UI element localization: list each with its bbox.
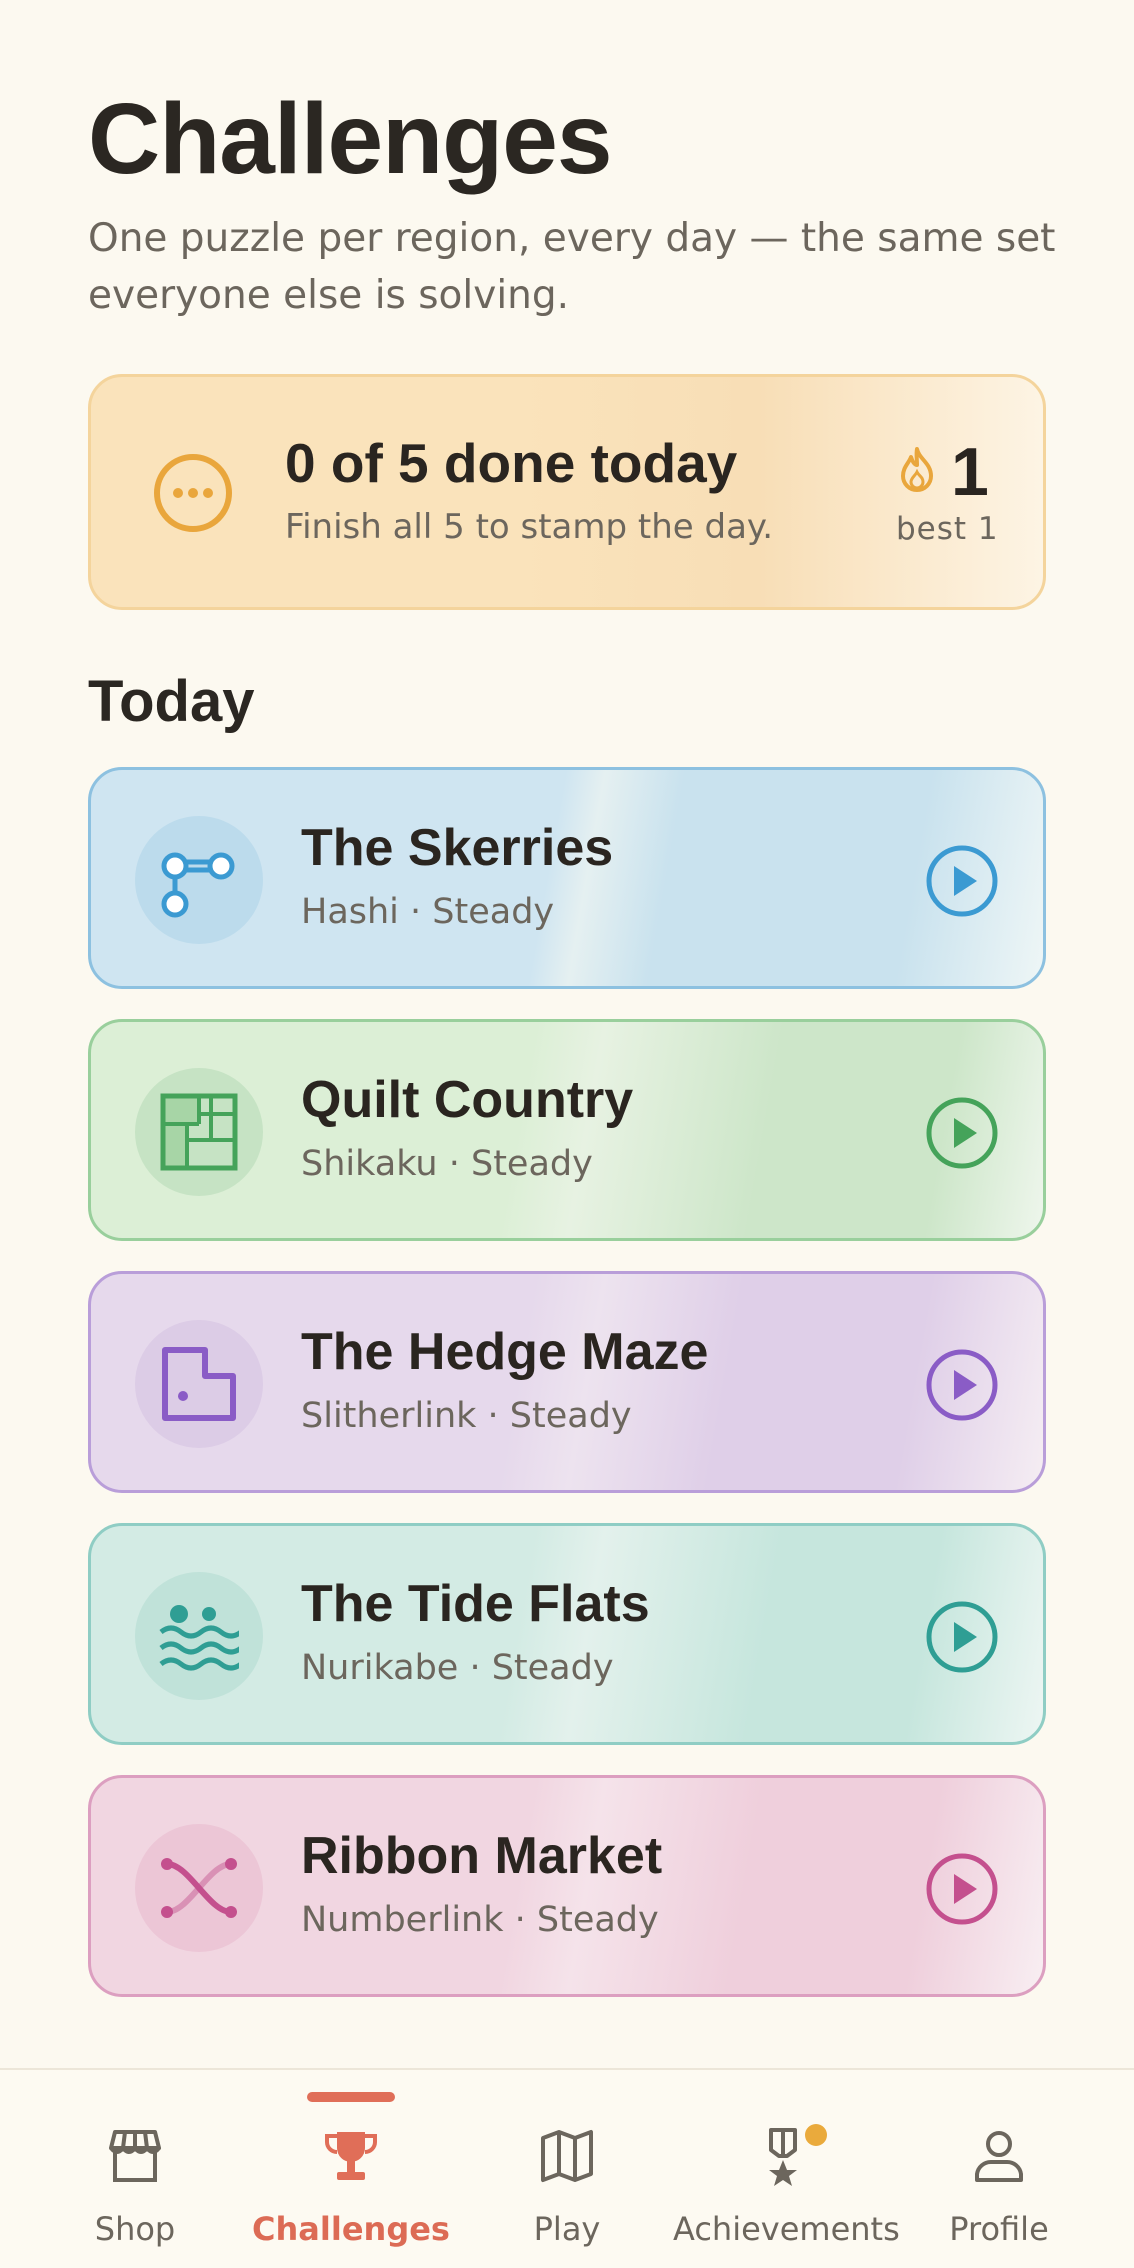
challenge-card-skerries[interactable]: The Skerries Hashi · Steady xyxy=(88,767,1046,989)
streak-best: best 1 xyxy=(896,511,999,547)
challenge-card-quilt-country[interactable]: Quilt Country Shikaku · Steady xyxy=(88,1019,1046,1241)
challenge-title: Ribbon Market xyxy=(301,1827,663,1885)
nav-item-profile[interactable]: Profile xyxy=(889,2070,1109,2268)
challenge-icon-badge xyxy=(135,1572,263,1700)
trophy-icon xyxy=(325,2132,377,2180)
active-indicator xyxy=(307,2092,395,2102)
challenge-icon-badge xyxy=(135,1068,263,1196)
flame-icon xyxy=(901,447,933,492)
page-title: Challenges xyxy=(88,83,612,195)
play-icon[interactable] xyxy=(925,1348,999,1422)
nav-item-achievements[interactable]: Achievements xyxy=(673,2070,900,2268)
nav-item-shop[interactable]: Shop xyxy=(25,2070,245,2268)
challenge-subtitle: Hashi · Steady xyxy=(301,892,555,932)
challenge-card-hedge-maze[interactable]: The Hedge Maze Slitherlink · Steady xyxy=(88,1271,1046,1493)
streak-count: 1 xyxy=(951,434,989,510)
map-icon xyxy=(541,2130,593,2182)
challenge-title: The Tide Flats xyxy=(301,1575,650,1633)
play-icon[interactable] xyxy=(925,844,999,918)
nav-label: Profile xyxy=(949,2210,1049,2248)
progress-subtitle: Finish all 5 to stamp the day. xyxy=(285,507,774,547)
nav-label: Achievements xyxy=(673,2210,900,2248)
challenge-icon-badge xyxy=(135,816,263,944)
nav-label: Shop xyxy=(94,2210,176,2248)
bottom-nav: Shop Challenges Play Achievements Profil… xyxy=(0,2068,1134,2268)
daily-progress-card: 0 of 5 done today Finish all 5 to stamp … xyxy=(88,374,1046,610)
islands-waves-icon xyxy=(159,1605,239,1671)
challenge-title: Quilt Country xyxy=(301,1071,634,1129)
medal-icon xyxy=(769,2128,797,2186)
challenge-icon-badge xyxy=(135,1824,263,1952)
challenge-subtitle: Slitherlink · Steady xyxy=(301,1396,632,1436)
bridges-icon xyxy=(161,852,235,918)
shop-icon xyxy=(109,2130,161,2182)
page-subtitle: One puzzle per region, every day — the s… xyxy=(88,216,1056,318)
play-icon[interactable] xyxy=(925,1852,999,1926)
play-icon[interactable] xyxy=(925,1600,999,1674)
progress-title: 0 of 5 done today xyxy=(285,432,738,494)
nav-label: Play xyxy=(533,2210,601,2248)
challenge-card-tide-flats[interactable]: The Tide Flats Nurikabe · Steady xyxy=(88,1523,1046,1745)
crossed-ribbons-icon xyxy=(161,1858,237,1918)
ellipsis-circle-icon xyxy=(154,454,232,532)
play-icon[interactable] xyxy=(925,1096,999,1170)
person-icon xyxy=(975,2131,1023,2182)
challenge-icon-badge xyxy=(135,1320,263,1448)
challenge-card-ribbon-market[interactable]: Ribbon Market Numberlink · Steady xyxy=(88,1775,1046,1997)
nav-label: Challenges xyxy=(252,2210,450,2248)
nav-item-challenges[interactable]: Challenges xyxy=(241,2070,461,2268)
challenge-title: The Skerries xyxy=(301,819,614,877)
challenge-subtitle: Nurikabe · Steady xyxy=(301,1648,614,1688)
nav-item-play[interactable]: Play xyxy=(457,2070,677,2268)
quilt-grid-icon xyxy=(160,1093,238,1171)
section-title-today: Today xyxy=(88,669,255,734)
challenge-title: The Hedge Maze xyxy=(301,1323,709,1381)
loop-path-icon xyxy=(162,1347,236,1421)
challenge-subtitle: Shikaku · Steady xyxy=(301,1144,593,1184)
challenge-subtitle: Numberlink · Steady xyxy=(301,1900,659,1940)
notification-badge xyxy=(805,2124,827,2146)
